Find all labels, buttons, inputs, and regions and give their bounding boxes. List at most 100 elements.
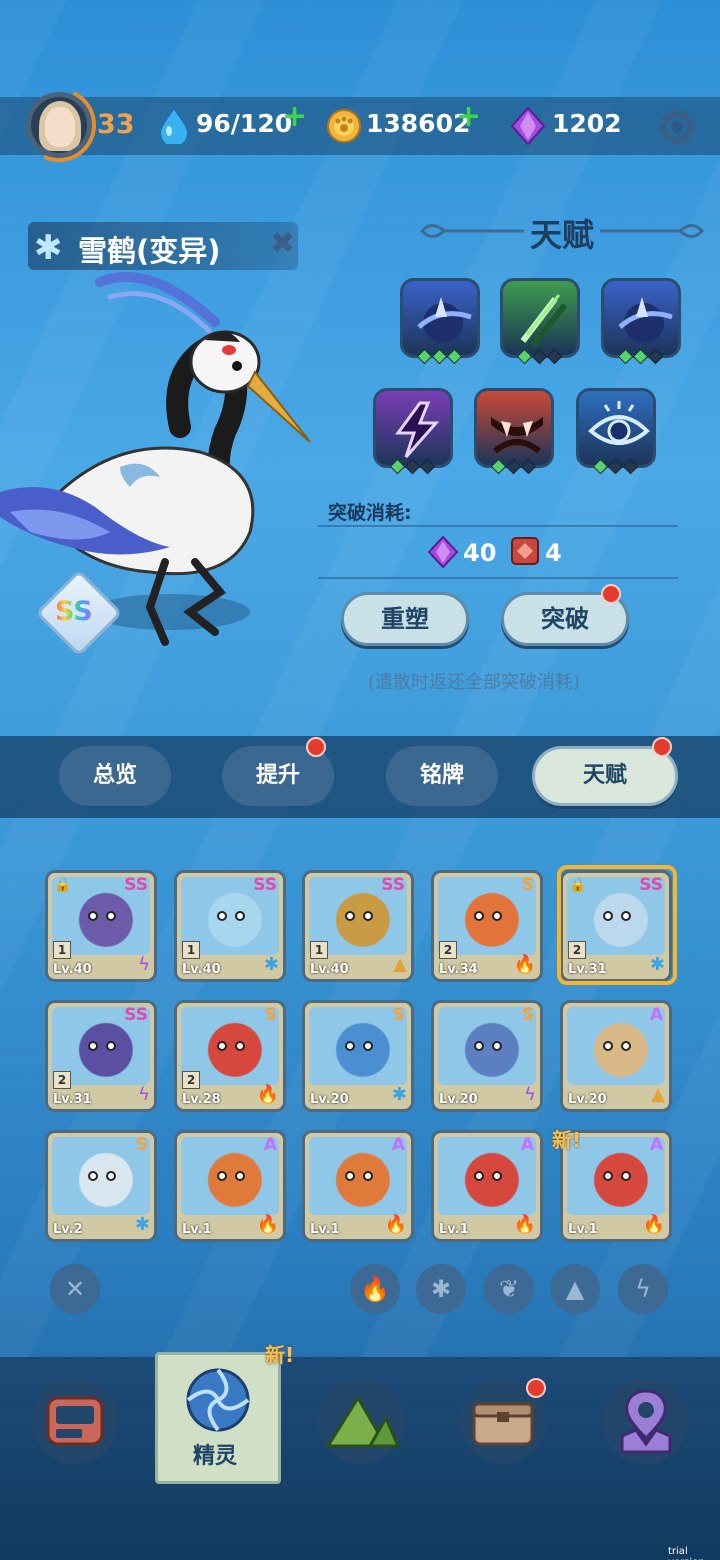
pet-rank: A [649, 1135, 663, 1155]
selected-pet-frame [557, 865, 677, 985]
talent-skill-3[interactable] [601, 278, 681, 365]
pet-card[interactable]: 🔒 SS 1 Lv.40 ϟ [45, 870, 157, 982]
pet-rank: S [521, 1005, 534, 1025]
pet-eye [621, 1171, 631, 1181]
lightning-icon [395, 401, 440, 458]
pet-eye [492, 1171, 502, 1181]
reset-button[interactable]: 重塑 [341, 592, 469, 646]
lightning-element-icon: ϟ [138, 1084, 150, 1105]
fire-element-icon: 🔥 [513, 1214, 536, 1235]
new-label: 新! [265, 1343, 295, 1367]
new-label: 新! [552, 1128, 582, 1152]
level-pip [505, 458, 522, 475]
lightning-element-icon: ϟ [138, 954, 150, 975]
avatar-face [45, 107, 75, 147]
fire-element-icon: 🔥 [256, 1084, 279, 1105]
nav-battle-button[interactable] [32, 1378, 118, 1464]
filter-leaf-icon[interactable]: ❦ [484, 1264, 534, 1314]
earth-element-icon: ▲ [393, 954, 407, 975]
skill-level-pips [592, 457, 645, 475]
pet-card[interactable]: A Lv.1 🔥 [431, 1130, 543, 1242]
pet-level: Lv.1 [182, 1222, 212, 1237]
filter-earth-icon[interactable]: ▲ [550, 1264, 600, 1314]
coin-icon [327, 109, 361, 143]
tab-nameplate[interactable]: 铭牌 [386, 746, 498, 806]
claw-slash-icon [520, 294, 568, 347]
skill-level-pips [617, 347, 670, 365]
talent-title: 天赋 [530, 216, 595, 254]
pet-card[interactable]: SS 1 Lv.40 ✱ [174, 870, 286, 982]
add-coins-button[interactable]: + [456, 99, 481, 134]
fragment-item-icon [511, 537, 539, 565]
pet-card[interactable]: A Lv.1 🔥 [302, 1130, 414, 1242]
pet-eye [363, 1041, 373, 1051]
pet-card[interactable]: S 2 Lv.34 🔥 [431, 870, 543, 982]
earth-element-icon: ▲ [651, 1084, 665, 1105]
clear-filter-button[interactable]: ✕ [50, 1264, 100, 1314]
watermark: trial version [668, 1546, 705, 1560]
level-pip [416, 348, 433, 365]
player-avatar[interactable] [26, 92, 92, 158]
pet-eye [603, 1041, 613, 1051]
pet-card[interactable]: A Lv.1 🔥 [174, 1130, 286, 1242]
notification-dot [306, 737, 326, 757]
pet-star-level: 1 [53, 941, 71, 959]
talent-skill-2[interactable] [500, 278, 580, 365]
pet-eye [603, 1171, 613, 1181]
pet-rank: A [520, 1135, 534, 1155]
eye-icon [588, 401, 650, 445]
filter-ice-icon[interactable]: ✱ [416, 1264, 466, 1314]
pet-card[interactable]: SS 1 Lv.40 ▲ [302, 870, 414, 982]
level-pip [647, 348, 664, 365]
pet-eye [474, 1041, 484, 1051]
gem-cost-icon [428, 536, 458, 568]
nav-map-button[interactable] [602, 1378, 688, 1464]
pet-eye [621, 1041, 631, 1051]
talent-skill-4[interactable] [373, 388, 453, 475]
talent-skill-5[interactable] [474, 388, 554, 475]
pet-rank: SS [381, 875, 405, 895]
level-pip [431, 348, 448, 365]
water-drop-icon [158, 106, 190, 144]
pet-card[interactable]: S Lv.2 ✱ [45, 1130, 157, 1242]
talent-skill-6[interactable] [576, 388, 656, 475]
level-pip [617, 348, 634, 365]
pet-rank: S [264, 1005, 277, 1025]
pet-eye [217, 1041, 227, 1051]
filter-fire-icon[interactable]: 🔥 [350, 1264, 400, 1314]
pet-rank: SS [124, 875, 148, 895]
close-icon[interactable]: ✖ [270, 226, 295, 261]
pet-eye [363, 1171, 373, 1181]
level-pip [516, 348, 533, 365]
pet-rank: S [521, 875, 534, 895]
pet-eye [88, 1041, 98, 1051]
pet-rank: S [135, 1135, 148, 1155]
notification-dot [652, 737, 672, 757]
pet-star-level: 1 [182, 941, 200, 959]
ornament-right-icon [600, 224, 704, 238]
pet-rank: SS [124, 1005, 148, 1025]
nav-explore-button[interactable] [318, 1378, 404, 1464]
pet-eye [235, 1041, 245, 1051]
skill-level-pips [490, 457, 543, 475]
pet-card[interactable]: S Lv.20 ϟ [431, 1000, 543, 1112]
pet-card[interactable]: SS 2 Lv.31 ϟ [45, 1000, 157, 1112]
pet-eye [492, 911, 502, 921]
pet-card[interactable]: S 2 Lv.28 🔥 [174, 1000, 286, 1112]
pet-star-level: 2 [182, 1071, 200, 1089]
pet-eye [345, 911, 355, 921]
pet-card[interactable]: S Lv.20 ✱ [302, 1000, 414, 1112]
pet-eye [345, 1171, 355, 1181]
settings-gear-icon[interactable] [656, 106, 698, 148]
pet-card[interactable]: A Lv.20 ▲ [560, 1000, 672, 1112]
pet-level: Lv.1 [439, 1222, 469, 1237]
add-stamina-button[interactable]: + [282, 99, 307, 134]
level-pip [419, 458, 436, 475]
fang-icon [491, 417, 543, 454]
filter-lightning-icon[interactable]: ϟ [618, 1264, 668, 1314]
pet-rank-badge: SS [55, 596, 93, 627]
talent-skill-1[interactable] [400, 278, 480, 365]
pet-star-level: 2 [53, 1071, 71, 1089]
tab-overview[interactable]: 总览 [59, 746, 171, 806]
ornament-left-icon [420, 224, 524, 238]
